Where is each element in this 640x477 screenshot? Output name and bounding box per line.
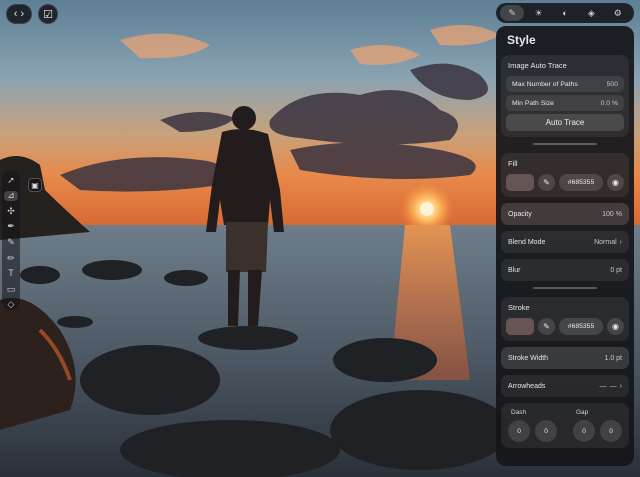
brush-tool-icon[interactable]: ✎ — [4, 237, 18, 248]
auto-trace-title: Image Auto Trace — [508, 61, 567, 70]
pen-tool-icon[interactable]: ✒ — [4, 222, 18, 233]
stroke-title: Stroke — [508, 303, 530, 312]
blur-row[interactable]: Blur 0 pt — [501, 259, 629, 281]
blend-mode-label: Blend Mode — [508, 238, 546, 246]
arrow-start-icon: — — [599, 382, 607, 390]
min-path-size-label: Min Path Size — [512, 99, 554, 107]
blend-mode-row[interactable]: Blend Mode Normal › — [501, 231, 629, 253]
inspector-tab-bar: ✎ ☀ ◐ ◈ ⚙ — [496, 3, 634, 23]
blur-label: Blur — [508, 266, 521, 274]
gap-label: Gap — [576, 409, 589, 416]
opacity-label: Opacity — [508, 210, 532, 218]
fill-section: Fill ✎ #685355 ◉ — [501, 153, 629, 197]
rectangle-tool-icon[interactable]: ▭ — [4, 284, 18, 295]
max-paths-field[interactable]: Max Number of Paths 500 — [506, 76, 624, 92]
stroke-width-row[interactable]: Stroke Width 1.0 pt — [501, 347, 629, 369]
chevron-right-icon: › — [619, 382, 622, 390]
checkmark-icon: ☑ — [43, 8, 53, 21]
min-path-size-field[interactable]: Min Path Size 0.0 % — [506, 95, 624, 111]
eyedropper-icon: ✎ — [543, 322, 550, 331]
panel-title: Style — [507, 33, 536, 47]
gap-field-2[interactable]: 0 — [600, 420, 622, 442]
gap-column: Gap 0 0 — [573, 409, 622, 442]
fill-title: Fill — [508, 159, 518, 168]
eraser-tool-icon[interactable]: ◇ — [4, 300, 18, 311]
max-paths-label: Max Number of Paths — [512, 80, 578, 88]
top-left-controls: ‹ › ☑ — [6, 4, 58, 24]
select-tool-icon[interactable]: ➚ — [4, 175, 18, 186]
dash-gap-section: Dash 0 0 Gap 0 0 — [501, 403, 629, 448]
dash-field-2[interactable]: 0 — [535, 420, 557, 442]
inspector-tab-2[interactable]: ◐ — [553, 5, 577, 21]
fill-hex-field[interactable]: #685355 — [559, 174, 603, 191]
stroke-color-row: ✎ #685355 ◉ — [506, 318, 624, 335]
gap-fields: 0 0 — [573, 420, 622, 442]
arrowheads-label: Arrowheads — [508, 382, 546, 390]
stroke-color-swatch[interactable] — [506, 318, 534, 335]
node-tool-icon[interactable]: ✣ — [4, 206, 18, 217]
dash-gap-grid: Dash 0 0 Gap 0 0 — [506, 409, 624, 442]
image-layer-icon: ▣ — [31, 180, 39, 190]
stroke-width-label: Stroke Width — [508, 354, 549, 362]
inspector-tab-3[interactable]: ◈ — [579, 5, 603, 21]
stroke-hex-field[interactable]: #685355 — [559, 318, 603, 335]
section-divider — [533, 287, 597, 289]
stroke-visibility-toggle[interactable]: ◉ — [607, 318, 624, 335]
arrowheads-row[interactable]: Arrowheads — — › — [501, 375, 629, 397]
auto-trace-button[interactable]: Auto Trace — [506, 114, 624, 131]
settings-icon: ⚙ — [613, 7, 622, 18]
dash-field-1[interactable]: 0 — [508, 420, 530, 442]
eyedropper-icon: ✎ — [543, 178, 550, 187]
stroke-section: Stroke ✎ #685355 ◉ — [501, 297, 629, 341]
stroke-width-value: 1.0 pt — [604, 354, 622, 362]
eye-icon: ◉ — [612, 178, 619, 187]
color-wheel-icon: ◐ — [562, 8, 568, 18]
done-button[interactable]: ☑ — [38, 4, 58, 24]
back-forward-icon: ‹ › — [13, 8, 25, 20]
chevron-right-icon: › — [619, 238, 622, 246]
inspector-tab-0[interactable]: ✎ — [500, 5, 525, 21]
arrowheads-preview: — — › — [600, 383, 622, 390]
pen-tool-icon: ✎ — [508, 7, 516, 18]
eye-icon: ◉ — [612, 322, 619, 331]
min-path-size-value: 0.0 % — [600, 99, 618, 107]
style-panel: Style Image Auto Trace Max Number of Pat… — [496, 26, 634, 466]
inspector-tab-1[interactable]: ☀ — [527, 5, 551, 21]
blur-value: 0 pt — [610, 266, 622, 274]
pencil-tool-icon[interactable]: ✏ — [4, 253, 18, 264]
dash-fields: 0 0 — [508, 420, 557, 442]
dash-column: Dash 0 0 — [508, 409, 557, 442]
direct-select-tool-icon[interactable]: ⊿ — [4, 190, 18, 202]
arrow-end-icon: — — [609, 382, 617, 390]
back-forward-button[interactable]: ‹ › — [6, 4, 32, 24]
fill-color-swatch[interactable] — [506, 174, 534, 191]
max-paths-value: 500 — [606, 80, 618, 88]
layer-thumbnail-button[interactable]: ▣ — [28, 178, 42, 192]
blend-mode-value: Normal — [594, 238, 617, 246]
tool-bar: ➚ ⊿ ✣ ✒ ✎ ✏ T ▭ ◇ — [2, 170, 20, 310]
fill-color-row: ✎ #685355 ◉ — [506, 174, 624, 191]
blend-mode-value-wrap: Normal › — [594, 239, 622, 246]
fill-eyedropper-button[interactable]: ✎ — [538, 174, 555, 191]
layers-icon: ◈ — [587, 7, 595, 18]
inspector-tab-4[interactable]: ⚙ — [606, 5, 630, 21]
auto-trace-section: Image Auto Trace Max Number of Paths 500… — [501, 55, 629, 137]
fill-visibility-toggle[interactable]: ◉ — [607, 174, 624, 191]
stroke-eyedropper-button[interactable]: ✎ — [538, 318, 555, 335]
opacity-value: 100 % — [602, 210, 622, 218]
dash-label: Dash — [511, 409, 527, 416]
text-tool-icon[interactable]: T — [4, 268, 18, 279]
opacity-row[interactable]: Opacity 100 % — [501, 203, 629, 225]
gap-field-1[interactable]: 0 — [573, 420, 595, 442]
brightness-icon: ☀ — [534, 7, 543, 18]
section-divider — [533, 143, 597, 145]
